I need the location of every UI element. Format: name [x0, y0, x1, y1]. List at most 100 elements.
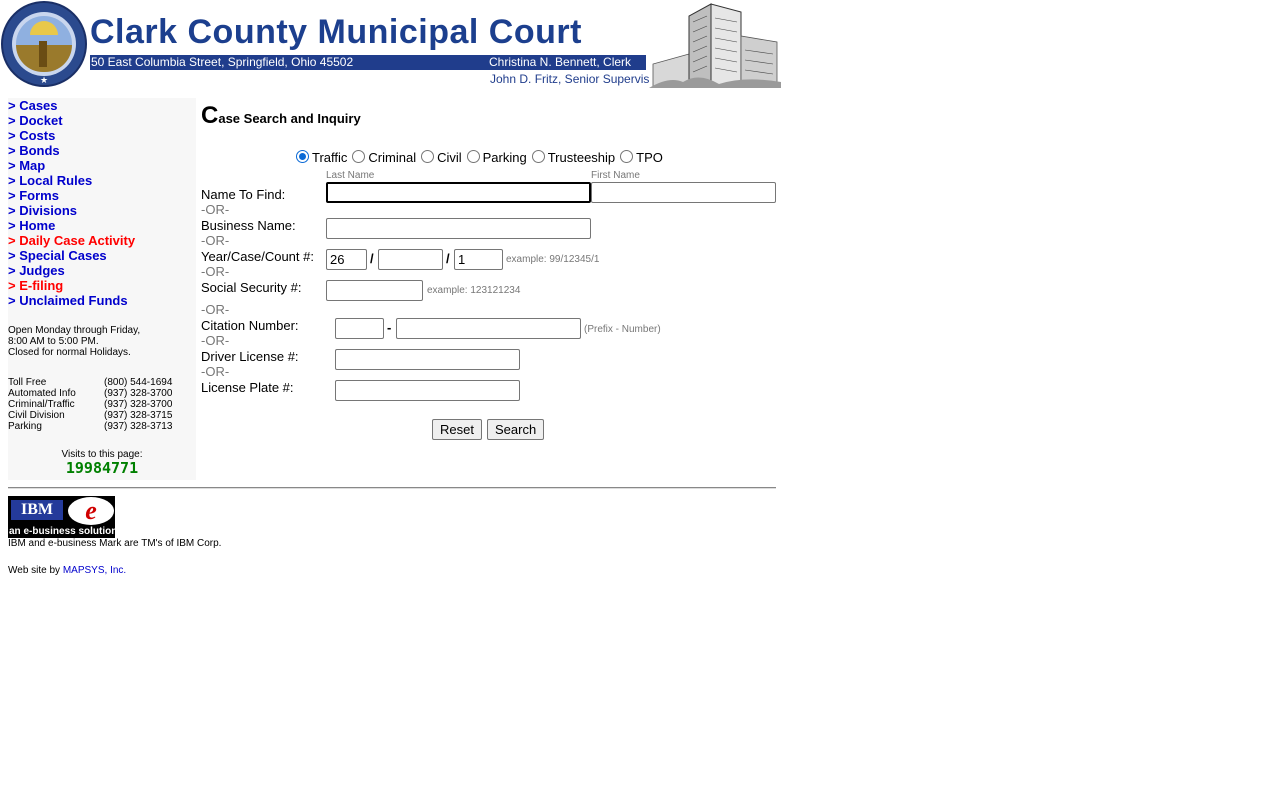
visits-count: 19984771 [65, 459, 139, 477]
nav-daily-case-activity[interactable]: > Daily Case Activity [8, 233, 135, 248]
radio-criminal[interactable]: Criminal [352, 150, 416, 165]
nav-local-rules[interactable]: > Local Rules [8, 173, 135, 188]
count-input[interactable] [454, 249, 503, 270]
site-credit: Web site by MAPSYS, Inc. [8, 565, 126, 576]
nav-docket[interactable]: > Docket [8, 113, 135, 128]
search-button[interactable]: Search [487, 419, 545, 440]
or-separator: -OR- [201, 202, 230, 217]
radio-button[interactable] [466, 150, 480, 163]
ssn-label: Social Security #: [201, 280, 302, 295]
trademark-note: IBM and e-business Mark are TM's of IBM … [8, 538, 222, 549]
citation-prefix-input[interactable] [335, 318, 384, 339]
nav-map[interactable]: > Map [8, 158, 135, 173]
radio-label: Parking [482, 150, 527, 165]
or-separator: -OR- [201, 264, 230, 279]
radio-label: Trusteeship [547, 150, 616, 165]
phone-row: Criminal/Traffic (937) 328-3700 [8, 399, 172, 410]
ebusiness-e-icon: e [68, 497, 114, 525]
radio-trusteeship[interactable]: Trusteeship [531, 150, 616, 165]
visit-counter: Visits to this page: 19984771 [8, 449, 196, 477]
radio-label: Criminal [368, 150, 417, 165]
citation-label: Citation Number: [201, 318, 299, 333]
phone-label: Parking [8, 421, 42, 432]
radio-button[interactable] [421, 150, 435, 163]
or-separator: -OR- [201, 333, 230, 348]
phone-label: Automated Info [8, 388, 76, 399]
or-separator: -OR- [201, 302, 230, 317]
citation-number-input[interactable] [396, 318, 581, 339]
radio-button[interactable] [352, 150, 366, 163]
nav-forms[interactable]: > Forms [8, 188, 135, 203]
hours-line: Closed for normal Holidays. [8, 347, 131, 358]
name-label: Name To Find: [201, 187, 286, 202]
phone-number: (800) 544-1694 [104, 377, 173, 388]
nav-special-cases[interactable]: > Special Cases [8, 248, 135, 263]
phone-row: Toll Free (800) 544-1694 [8, 377, 172, 388]
radio-traffic[interactable]: Traffic [296, 150, 347, 165]
nav-unclaimed-funds[interactable]: > Unclaimed Funds [8, 293, 135, 308]
phone-number: (937) 328-3713 [104, 421, 173, 432]
phone-list: Toll Free (800) 544-1694 Automated Info … [8, 377, 172, 432]
ibm-ebusiness-logo: IBM e an e-business solution [8, 496, 115, 538]
phone-number: (937) 328-3715 [104, 410, 173, 421]
last-name-hint: Last Name [326, 170, 375, 181]
reset-button[interactable]: Reset [432, 419, 482, 440]
phone-label: Toll Free [8, 377, 47, 388]
dash-separator: - [387, 320, 392, 335]
radio-label: Civil [437, 150, 462, 165]
license-plate-label: License Plate #: [201, 380, 294, 395]
slash-separator: / [446, 251, 450, 266]
radio-label: TPO [636, 150, 663, 165]
radio-label: Traffic [312, 150, 348, 165]
radio-button[interactable] [296, 150, 309, 163]
nav-home[interactable]: > Home [8, 218, 135, 233]
year-case-count-label: Year/Case/Count #: [201, 249, 314, 264]
nav-bonds[interactable]: > Bonds [8, 143, 135, 158]
nav-cases[interactable]: > Cases [8, 98, 135, 113]
first-name-input[interactable] [591, 182, 776, 203]
phone-label: Civil Division [8, 410, 65, 421]
driver-license-input[interactable] [335, 349, 520, 370]
mapsys-link[interactable]: MAPSYS, Inc. [63, 565, 126, 576]
phone-number: (937) 328-3700 [104, 388, 173, 399]
hours-line: 8:00 AM to 5:00 PM. [8, 336, 99, 347]
case-number-input[interactable] [378, 249, 443, 270]
radio-parking[interactable]: Parking [466, 150, 527, 165]
ssn-example: example: 123121234 [427, 285, 521, 296]
radio-tpo[interactable]: TPO [620, 150, 663, 165]
ibm-logo-text: IBM [11, 500, 63, 520]
sidebar: > Cases > Docket > Costs > Bonds > Map >… [8, 98, 196, 480]
clerk-name: Christina N. Bennett, Clerk [489, 55, 632, 69]
ssn-input[interactable] [326, 280, 423, 301]
supervisor-name: John D. Fritz, Senior Supervisor [490, 72, 661, 86]
radio-button[interactable] [531, 150, 545, 163]
driver-license-label: Driver License #: [201, 349, 299, 364]
credit-prefix: Web site by [8, 565, 63, 576]
slash-separator: / [370, 251, 374, 266]
case-type-radio-group: Traffic Criminal Civil Parking Trusteesh… [296, 150, 668, 165]
nav-costs[interactable]: > Costs [8, 128, 135, 143]
courthouse-building-icon [649, 2, 781, 88]
ebusiness-tagline: an e-business solution [9, 526, 115, 537]
year-input[interactable] [326, 249, 367, 270]
office-hours: Open Monday through Friday, 8:00 AM to 5… [8, 325, 140, 358]
ohio-seal-icon: ★ [1, 1, 87, 87]
last-name-input[interactable] [326, 182, 591, 203]
radio-civil[interactable]: Civil [421, 150, 462, 165]
footer-divider [8, 487, 776, 489]
citation-example: (Prefix - Number) [584, 324, 661, 335]
radio-button[interactable] [620, 150, 634, 163]
sidebar-nav: > Cases > Docket > Costs > Bonds > Map >… [8, 98, 135, 308]
nav-e-filing[interactable]: > E-filing [8, 278, 135, 293]
court-address: 50 East Columbia Street, Springfield, Oh… [91, 55, 354, 69]
license-plate-input[interactable] [335, 380, 520, 401]
nav-judges[interactable]: > Judges [8, 263, 135, 278]
business-name-input[interactable] [326, 218, 591, 239]
nav-divisions[interactable]: > Divisions [8, 203, 135, 218]
first-name-hint: First Name [591, 170, 640, 181]
year-case-count-example: example: 99/12345/1 [506, 254, 600, 265]
or-separator: -OR- [201, 364, 230, 379]
hours-line: Open Monday through Friday, [8, 325, 141, 336]
court-title: Clark County Municipal Court [90, 13, 582, 51]
business-label: Business Name: [201, 218, 296, 233]
